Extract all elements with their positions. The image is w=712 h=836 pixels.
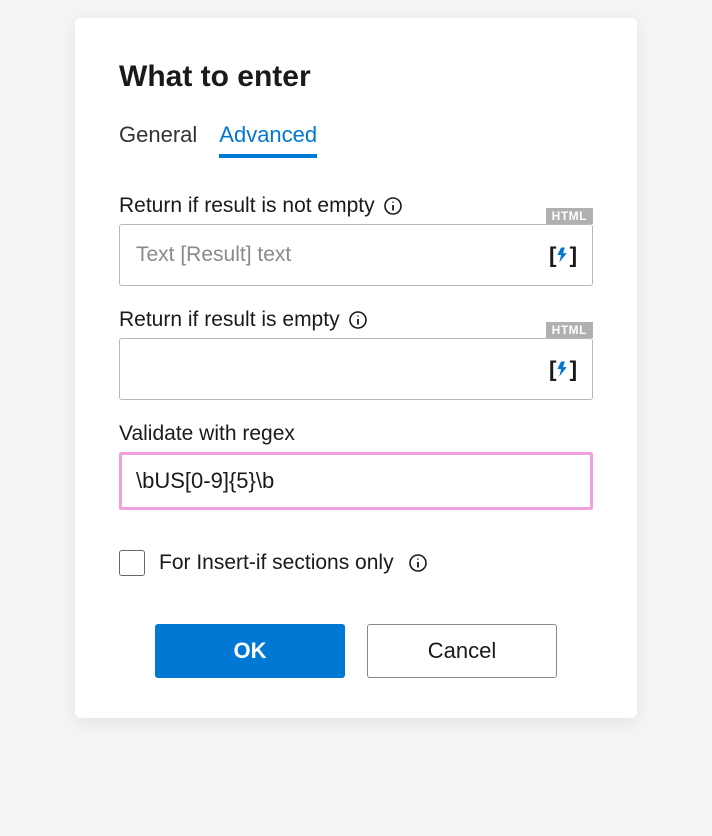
return-empty-group: Return if result is empty HTML [ ]	[119, 308, 593, 400]
insert-if-row: For Insert-if sections only	[119, 550, 593, 576]
return-not-empty-input[interactable]	[119, 224, 593, 286]
svg-text:[: [	[549, 357, 557, 382]
info-icon[interactable]	[408, 553, 428, 573]
dialog-buttons: OK Cancel	[119, 624, 593, 678]
svg-text:]: ]	[570, 243, 578, 268]
return-empty-input[interactable]	[119, 338, 593, 400]
cancel-button[interactable]: Cancel	[367, 624, 557, 678]
svg-text:[: [	[549, 243, 557, 268]
regex-group: Validate with regex	[119, 422, 593, 510]
return-not-empty-label: Return if result is not empty	[119, 194, 375, 218]
tab-general[interactable]: General	[119, 122, 197, 158]
regex-label: Validate with regex	[119, 422, 295, 446]
dialog-title: What to enter	[119, 60, 593, 94]
insert-token-icon[interactable]: [ ]	[547, 239, 579, 271]
svg-text:]: ]	[570, 357, 578, 382]
html-badge: HTML	[546, 322, 593, 338]
insert-token-icon[interactable]: [ ]	[547, 353, 579, 385]
info-icon[interactable]	[348, 310, 368, 330]
return-empty-label: Return if result is empty	[119, 308, 340, 332]
ok-button[interactable]: OK	[155, 624, 345, 678]
html-badge: HTML	[546, 208, 593, 224]
info-icon[interactable]	[383, 196, 403, 216]
return-not-empty-group: Return if result is not empty HTML [ ]	[119, 194, 593, 286]
insert-if-checkbox[interactable]	[119, 550, 145, 576]
tab-advanced[interactable]: Advanced	[219, 122, 317, 158]
insert-if-label: For Insert-if sections only	[159, 551, 394, 575]
regex-input[interactable]	[119, 452, 593, 510]
tab-bar: General Advanced	[119, 122, 593, 158]
what-to-enter-dialog: What to enter General Advanced Return if…	[75, 18, 637, 718]
